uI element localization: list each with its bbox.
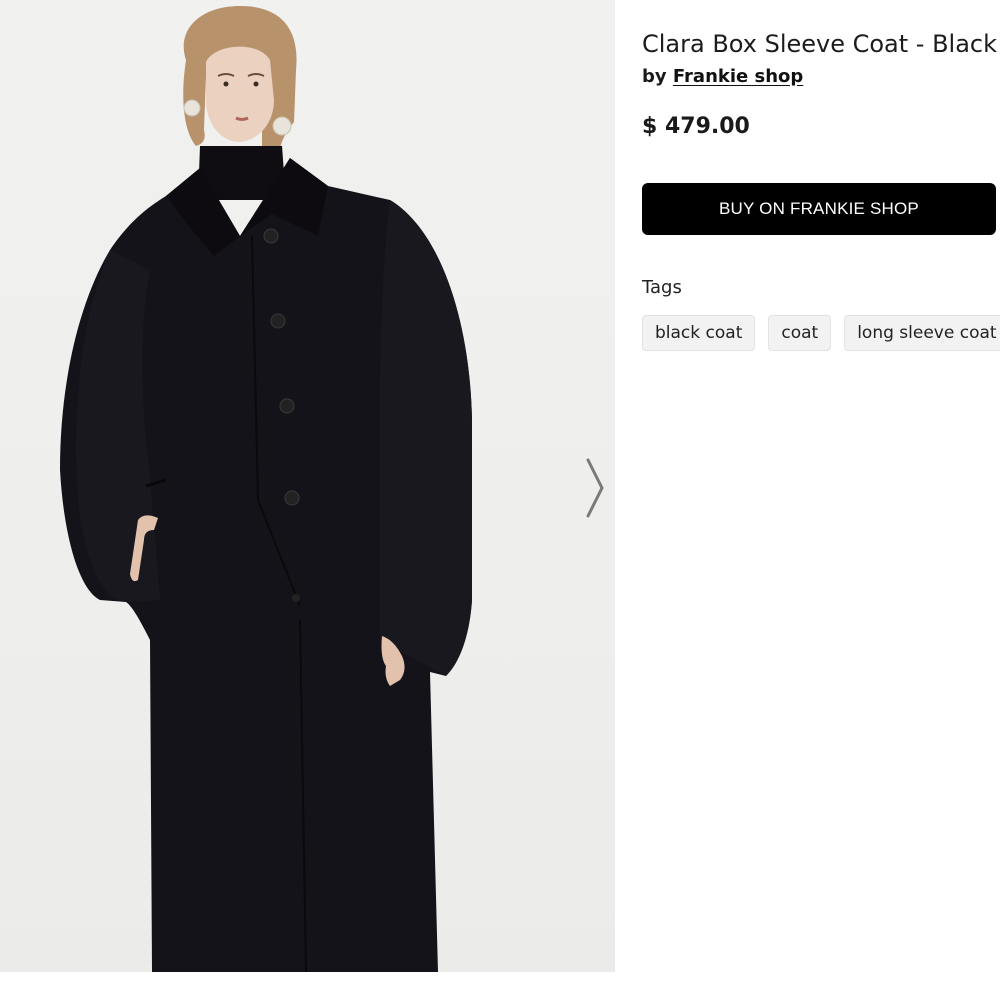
brand-link[interactable]: Frankie shop <box>673 66 803 87</box>
tag-list: black coat coat long sleeve coat <box>642 315 1000 351</box>
buy-button[interactable]: BUY ON FRANKIE SHOP <box>642 183 996 235</box>
brand-prefix: by <box>642 66 667 87</box>
chevron-right-icon <box>586 458 604 518</box>
tag-chip[interactable]: black coat <box>642 315 756 351</box>
product-price: $ 479.00 <box>642 114 750 139</box>
gallery-next-button[interactable] <box>578 452 612 524</box>
product-page: Clara Box Sleeve Coat - Black by Frankie… <box>0 0 1000 1000</box>
tag-chip[interactable]: long sleeve coat <box>844 315 1000 351</box>
brand-line: by Frankie shop <box>642 64 996 90</box>
tags-label: Tags <box>642 277 682 298</box>
product-title: Clara Box Sleeve Coat - Black <box>642 30 998 58</box>
product-photo <box>60 6 472 972</box>
product-image-gallery <box>0 0 615 972</box>
product-info: Clara Box Sleeve Coat - Black by Frankie… <box>642 26 1000 351</box>
tag-chip[interactable]: coat <box>768 315 832 351</box>
